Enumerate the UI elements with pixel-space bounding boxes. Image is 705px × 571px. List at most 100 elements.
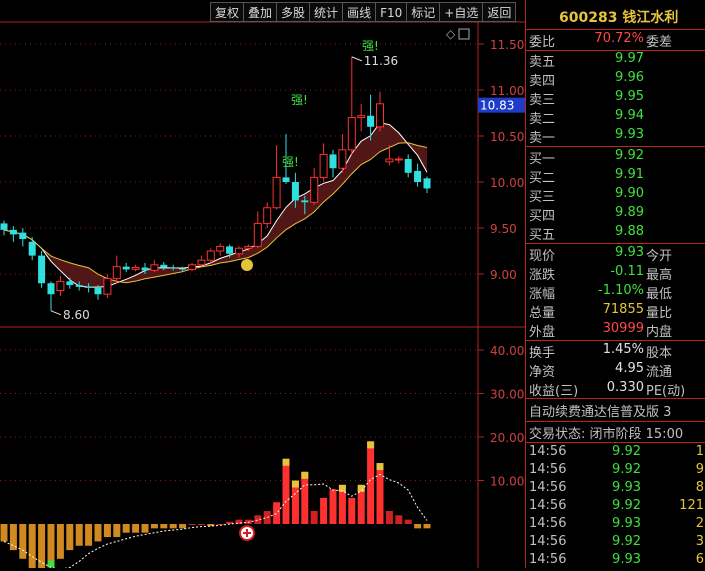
candle-body <box>28 241 36 256</box>
candle-body <box>423 178 431 189</box>
tick-price: 9.92 <box>612 444 641 459</box>
toolbar-button-4[interactable]: 画线 <box>342 2 376 22</box>
toolbar-button-5[interactable]: F10 <box>375 2 407 22</box>
candle-body <box>263 207 272 224</box>
strong-signal-label: 强! <box>291 93 308 107</box>
volume-bar <box>395 515 403 524</box>
toolbar-button-3[interactable]: 统计 <box>309 2 343 22</box>
price-axis-label: 9.00 <box>490 268 517 282</box>
trade-status: 交易状态: 闭市阶段 15:00 <box>529 427 684 442</box>
candle-body <box>244 245 253 249</box>
volume-bar <box>113 524 121 538</box>
volume-bar-cap <box>338 484 346 492</box>
toolbar-button-6[interactable]: 标记 <box>406 2 440 22</box>
ask-row-2-value: 9.96 <box>615 70 644 85</box>
volume-bar <box>103 524 111 538</box>
candle-body <box>141 267 149 271</box>
toolbar-button-7[interactable]: +自选 <box>439 2 483 22</box>
price-axis-label: 11.00 <box>490 84 524 98</box>
candle-body <box>188 264 196 270</box>
candle-body <box>75 285 83 287</box>
candle-body <box>103 278 112 295</box>
volume-bar <box>160 524 168 529</box>
candle-body <box>66 281 74 286</box>
volume-bar <box>263 510 271 524</box>
price-axis-label: 11.50 <box>490 38 524 52</box>
banner-text[interactable]: 自动续费通达信普及版 3 <box>529 401 671 420</box>
toolbar-button-8[interactable]: 返回 <box>482 2 517 22</box>
tick-volume: 1 <box>695 444 704 459</box>
volume-bar <box>188 524 196 525</box>
tick-row: 14:56 9.93 2 <box>526 516 705 535</box>
candle-body <box>272 176 281 209</box>
volume-bar <box>414 524 422 529</box>
minimize-icon[interactable] <box>458 28 470 40</box>
volume-bar <box>282 458 290 524</box>
candle-body <box>347 117 356 151</box>
tick-time: 14:56 <box>529 480 567 495</box>
kline-chart[interactable]: 11.50 11.00 10.50 10.00 9.50 9.00 40.00 30.00 20… <box>0 0 525 568</box>
stat2-row-0-value: 1.45% <box>602 342 644 357</box>
banner-row[interactable]: 自动续费通达信普及版 3 <box>526 401 705 420</box>
volume-bar <box>301 471 309 524</box>
high-pointer <box>351 56 362 62</box>
candle-body <box>38 255 46 284</box>
stat2-row-1-label: 净资 <box>529 365 556 380</box>
ask-row-4-label: 卖二 <box>529 112 556 127</box>
candle-body <box>235 247 243 255</box>
quote-panel: 600283 钱江水利 委比 70.72% 委差 卖五 9.97 卖四 9.96 卖三 9… <box>525 0 705 568</box>
tick-time: 14:56 <box>529 498 567 513</box>
stat2-row-1-value: 4.95 <box>615 361 644 376</box>
tick-price: 9.92 <box>612 534 641 549</box>
toolbar-button-0[interactable]: 复权 <box>210 2 244 22</box>
volume-bar <box>367 441 375 524</box>
stat2-row-1-right: 流通 <box>646 365 673 380</box>
weibi-value: 70.72% <box>594 31 644 46</box>
volume-bar <box>273 502 281 524</box>
low-pointer <box>50 310 62 316</box>
candle-body <box>19 232 27 240</box>
stock-title: 600283 钱江水利 <box>559 10 679 26</box>
volume-bar <box>66 524 74 551</box>
volume-bar <box>56 524 64 559</box>
stat-row-4-label: 外盘 <box>529 325 556 340</box>
volume-bar <box>376 463 384 524</box>
toolbar-button-1[interactable]: 叠加 <box>243 2 277 22</box>
toolbar-button-2[interactable]: 多股 <box>276 2 310 22</box>
status-row: 交易状态: 闭市阶段 15:00 <box>526 423 705 442</box>
stat2-row-0-label: 换手 <box>529 346 556 361</box>
stat-row-1: 涨跌 -0.11 最高 <box>526 264 705 283</box>
candle-body <box>319 153 328 178</box>
tick-volume: 3 <box>695 534 704 549</box>
stat-row-0-value: 9.93 <box>615 245 644 260</box>
volume-bar <box>169 524 177 529</box>
stat-row-2-value: -1.10% <box>598 283 644 298</box>
tick-time: 14:56 <box>529 552 567 567</box>
candle-body <box>150 264 159 271</box>
volume-bar <box>348 497 356 524</box>
candle-body <box>179 268 187 270</box>
candle-body <box>253 222 262 247</box>
volume-bar <box>179 524 187 529</box>
candle-body <box>291 182 299 201</box>
stat-row-1-right: 最高 <box>646 268 673 283</box>
volume-bar-cap <box>291 480 299 488</box>
volume-bar <box>132 524 140 533</box>
candle-body <box>301 200 309 203</box>
volume-bar <box>329 489 337 524</box>
candle-body <box>131 267 140 270</box>
tick-price: 9.93 <box>612 552 641 567</box>
stat-row-0-right: 今开 <box>646 249 673 264</box>
candle-body <box>197 259 206 266</box>
bid-row-1-value: 9.92 <box>615 148 644 163</box>
tick-row: 14:56 9.92 3 <box>526 534 705 553</box>
tick-price: 9.93 <box>612 480 641 495</box>
current-price-label: 10.83 <box>480 99 514 113</box>
candle-body <box>357 115 366 119</box>
ask-row-1: 卖五 9.97 <box>526 51 705 70</box>
strong-signal-label: 强! <box>282 155 299 169</box>
tick-volume: 6 <box>695 552 704 567</box>
volume-bar-cap <box>367 441 375 449</box>
volume-bar-cap <box>301 471 309 479</box>
candle-body <box>282 177 290 182</box>
